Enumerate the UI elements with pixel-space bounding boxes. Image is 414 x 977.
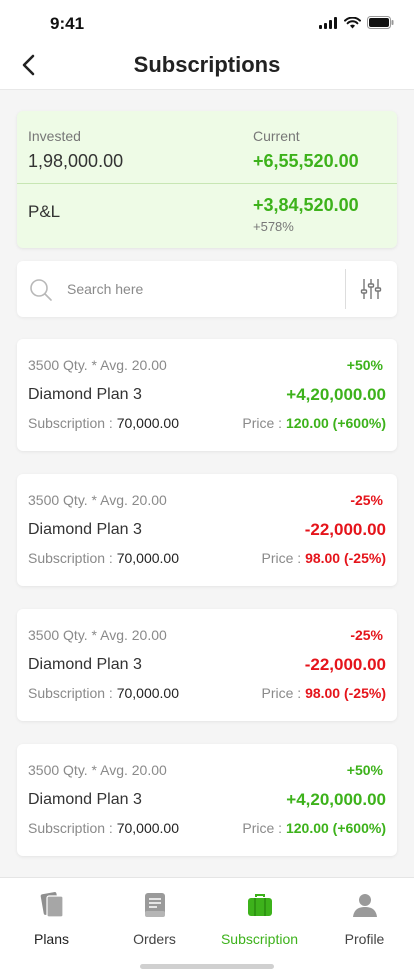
plan-card[interactable]: 3500 Qty. * Avg. 20.00 +50% Diamond Plan… xyxy=(17,339,397,451)
tab-label: Subscription xyxy=(220,931,299,947)
wifi-icon xyxy=(344,16,361,28)
plan-name: Diamond Plan 3 xyxy=(28,521,142,538)
plan-price: Price : 120.00 (+600%) xyxy=(242,820,386,836)
plan-subscription: Subscription : 70,000.00 xyxy=(28,415,179,431)
status-icons xyxy=(319,16,394,29)
price-label: Price : xyxy=(242,820,286,836)
price-label: Price : xyxy=(261,550,306,566)
tab-profile[interactable]: Profile xyxy=(313,890,414,947)
search-icon xyxy=(30,279,52,301)
page-title: Subscriptions xyxy=(133,52,281,77)
plan-qty: 3500 Qty. * Avg. 20.00 xyxy=(28,492,167,508)
subscription-label: Subscription : xyxy=(28,415,117,431)
current-label: Current xyxy=(253,128,300,144)
battery-icon xyxy=(367,16,394,29)
plan-qty: 3500 Qty. * Avg. 20.00 xyxy=(28,762,167,778)
search-bar xyxy=(17,261,397,317)
price-label: Price : xyxy=(261,685,306,701)
subscription-value: 70,000.00 xyxy=(116,685,180,701)
plan-name: Diamond Plan 3 xyxy=(28,386,142,403)
summary-card: Invested 1,98,000.00 Current +6,55,520.0… xyxy=(17,111,397,248)
search-input[interactable] xyxy=(67,269,337,309)
plan-price: Price : 98.00 (-25%) xyxy=(261,685,386,701)
plan-change-percent: -25% xyxy=(350,492,383,508)
summary-top-row: Invested 1,98,000.00 Current +6,55,520.0… xyxy=(17,111,397,184)
plan-card[interactable]: 3500 Qty. * Avg. 20.00 -25% Diamond Plan… xyxy=(17,474,397,586)
price-value: 120.00 (+600%) xyxy=(285,820,386,836)
status-time: 9:41 xyxy=(50,14,85,33)
pnl-label: P&L xyxy=(28,202,61,221)
tab-subscription[interactable]: Subscription xyxy=(208,890,311,947)
home-indicator xyxy=(140,964,274,969)
plan-card[interactable]: 3500 Qty. * Avg. 20.00 -25% Diamond Plan… xyxy=(17,609,397,721)
plan-price: Price : 120.00 (+600%) xyxy=(242,415,386,431)
plan-subscription: Subscription : 70,000.00 xyxy=(28,820,179,836)
pnl-percent: +578% xyxy=(253,219,294,234)
subscription-label: Subscription : xyxy=(28,550,117,566)
tab-label: Profile xyxy=(344,931,385,947)
invested-label: Invested xyxy=(28,128,81,144)
tab-label: Orders xyxy=(133,931,176,947)
briefcase-icon xyxy=(208,890,311,920)
plan-card[interactable]: 3500 Qty. * Avg. 20.00 +50% Diamond Plan… xyxy=(17,744,397,856)
plan-name: Diamond Plan 3 xyxy=(28,791,142,808)
plan-subscription: Subscription : 70,000.00 xyxy=(28,685,179,701)
price-value: 98.00 (-25%) xyxy=(305,550,386,566)
plan-qty: 3500 Qty. * Avg. 20.00 xyxy=(28,357,167,373)
plan-pnl-amount: -22,000.00 xyxy=(304,655,386,674)
orders-icon xyxy=(103,890,206,920)
pnl-value: +3,84,520.00 xyxy=(253,195,359,215)
bottom-tab-bar: Plans Orders Subscription Profile xyxy=(0,877,414,977)
plan-subscription: Subscription : 70,000.00 xyxy=(28,550,179,566)
price-value: 120.00 (+600%) xyxy=(285,415,386,431)
subscription-value: 70,000.00 xyxy=(116,820,180,836)
tab-label: Plans xyxy=(33,931,70,947)
plan-pnl-amount: +4,20,000.00 xyxy=(286,385,386,404)
current-value: +6,55,520.00 xyxy=(253,151,359,171)
signal-icon xyxy=(319,16,337,29)
status-bar: 9:41 xyxy=(0,0,414,44)
tab-plans[interactable]: Plans xyxy=(0,890,103,947)
search-divider xyxy=(345,269,346,309)
subscription-value: 70,000.00 xyxy=(116,415,180,431)
plan-pnl-amount: +4,20,000.00 xyxy=(286,790,386,809)
plan-price: Price : 98.00 (-25%) xyxy=(261,550,386,566)
plan-name: Diamond Plan 3 xyxy=(28,656,142,673)
subscription-label: Subscription : xyxy=(28,820,117,836)
filter-sliders-icon[interactable] xyxy=(359,277,383,301)
nav-bar: Subscriptions xyxy=(0,44,414,90)
tab-orders[interactable]: Orders xyxy=(103,890,206,947)
profile-icon xyxy=(313,890,414,920)
plan-qty: 3500 Qty. * Avg. 20.00 xyxy=(28,627,167,643)
subscription-value: 70,000.00 xyxy=(116,550,180,566)
plan-change-percent: +50% xyxy=(346,357,383,373)
price-value: 98.00 (-25%) xyxy=(305,685,386,701)
price-label: Price : xyxy=(242,415,286,431)
plan-change-percent: +50% xyxy=(346,762,383,778)
subscription-label: Subscription : xyxy=(28,685,117,701)
plan-change-percent: -25% xyxy=(350,627,383,643)
plans-icon xyxy=(0,890,103,920)
plan-pnl-amount: -22,000.00 xyxy=(304,520,386,539)
invested-value: 1,98,000.00 xyxy=(28,151,124,171)
